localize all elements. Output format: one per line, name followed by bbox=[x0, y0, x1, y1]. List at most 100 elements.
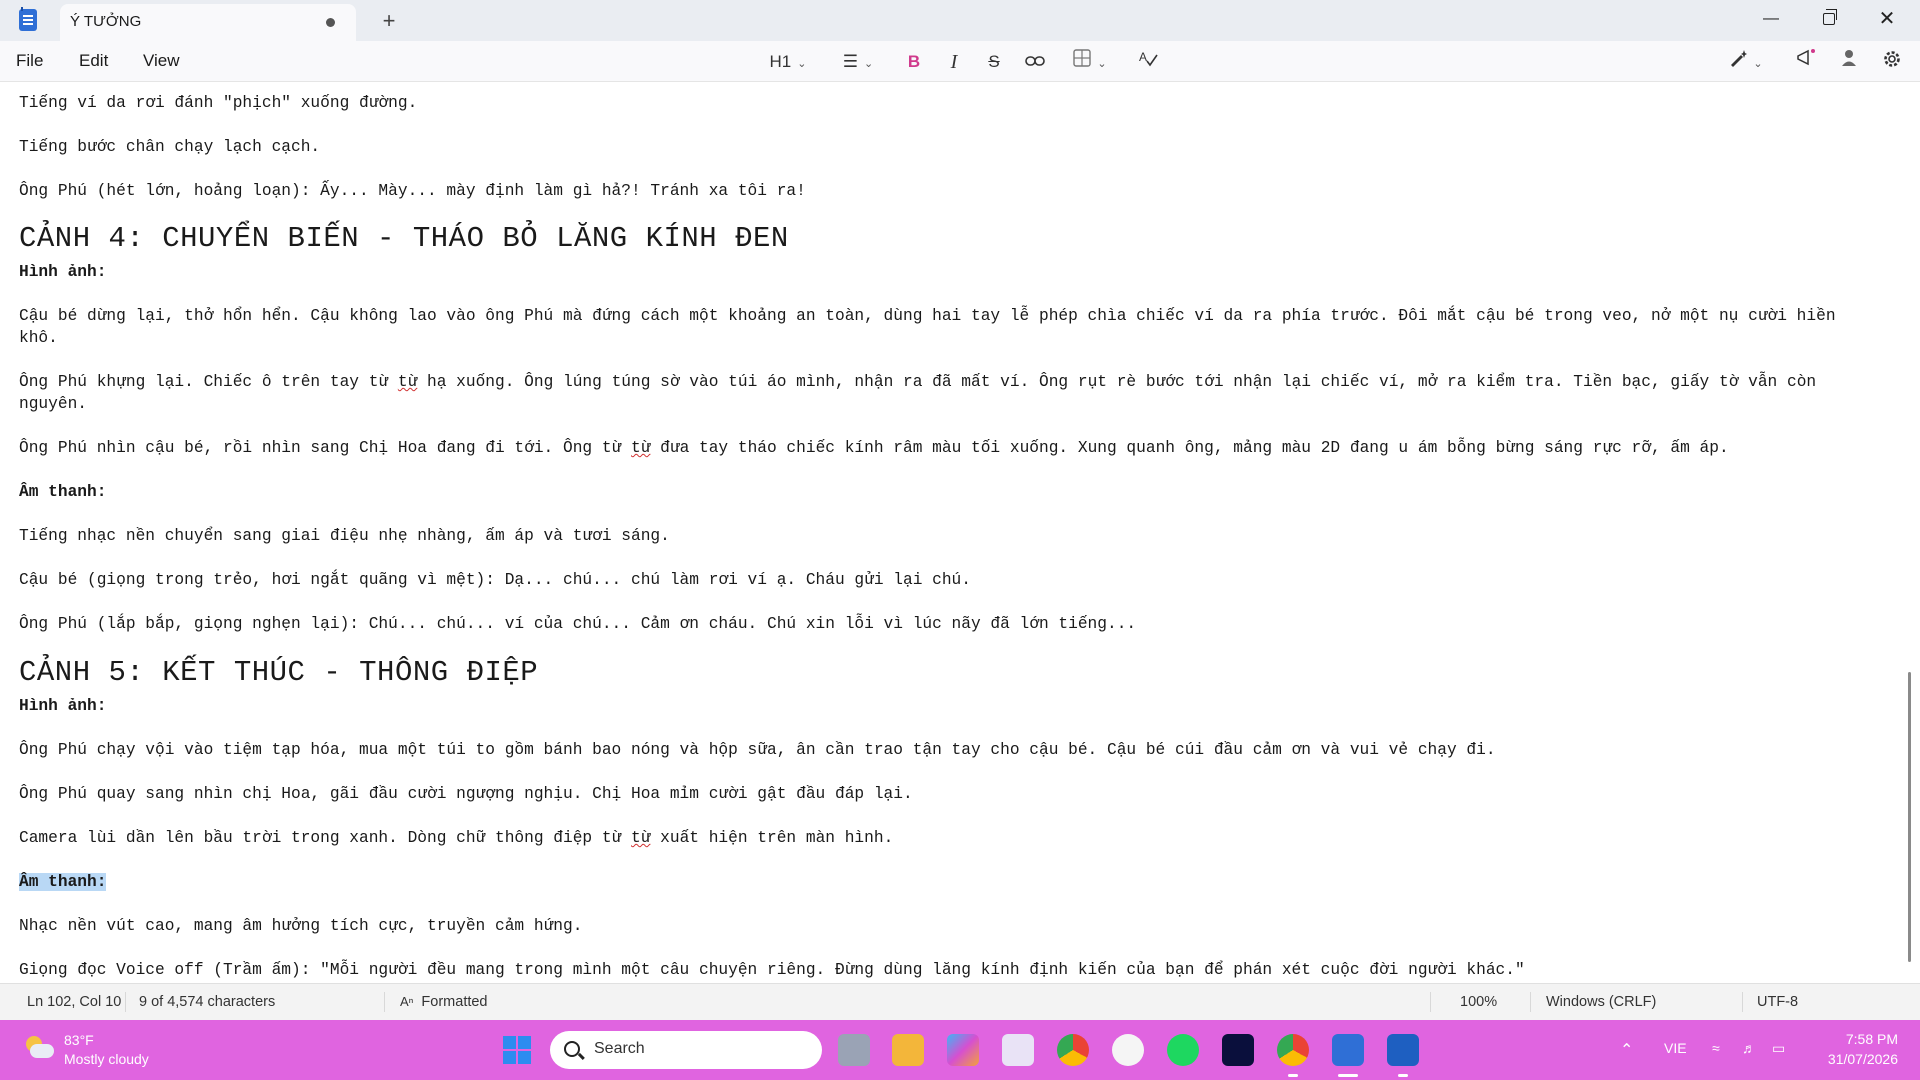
label-sound-selected: Âm thanh: bbox=[19, 871, 107, 893]
new-tab-button[interactable]: + bbox=[374, 6, 404, 36]
divider bbox=[125, 992, 126, 1012]
svg-text:A: A bbox=[1139, 50, 1147, 64]
link-button[interactable] bbox=[1020, 49, 1050, 75]
link-icon bbox=[1025, 56, 1045, 66]
divider bbox=[1430, 992, 1431, 1012]
spelling-error-word[interactable]: từ bbox=[398, 373, 417, 391]
tab-title: Ý TƯỞNG bbox=[70, 13, 142, 30]
table-icon bbox=[1073, 49, 1092, 67]
spotify-icon[interactable] bbox=[1167, 1034, 1199, 1066]
list-icon: ☰ bbox=[842, 52, 859, 71]
format-toggle[interactable]: Aⁿ Formatted bbox=[400, 994, 488, 1010]
list-dropdown[interactable]: ☰ ⌄ bbox=[834, 49, 882, 75]
running-indicator bbox=[1398, 1074, 1408, 1077]
task-view-icon[interactable] bbox=[838, 1034, 870, 1066]
text-line: Ông Phú quay sang nhìn chị Hoa, gãi đầu … bbox=[19, 785, 913, 803]
label-images: Hình ảnh: bbox=[19, 697, 107, 715]
heading-dropdown[interactable]: H1 ⌄ bbox=[764, 49, 812, 75]
table-dropdown[interactable]: ⌄ bbox=[1066, 49, 1114, 75]
chevron-up-icon[interactable]: ⌃ bbox=[1620, 1040, 1633, 1060]
text-line: Cậu bé (giọng trong trẻo, hơi ngắt quãng… bbox=[19, 571, 971, 589]
tab-document[interactable]: Ý TƯỞNG bbox=[60, 4, 356, 41]
pen-sparkle-icon bbox=[1731, 50, 1748, 67]
menu-bar: File Edit View H1 ⌄ ☰ ⌄ B I S ⌄ A ⌄ bbox=[0, 41, 1920, 82]
snipping-tool-icon[interactable] bbox=[1002, 1034, 1034, 1066]
status-bar: Ln 102, Col 10 9 of 4,574 characters Aⁿ F… bbox=[0, 983, 1920, 1020]
clock-date[interactable]: 31/07/2026 bbox=[1818, 1051, 1898, 1067]
copilot-icon[interactable] bbox=[947, 1034, 979, 1066]
text-line: Ông Phú nhìn cậu bé, rồi nhìn sang Chị H… bbox=[19, 437, 1729, 459]
close-button[interactable]: ✕ bbox=[1858, 0, 1916, 41]
document-editor[interactable]: Tiếng ví da rơi đánh "phịch" xuống đường… bbox=[0, 83, 1906, 981]
restore-button[interactable] bbox=[1800, 0, 1858, 41]
character-count: 9 of 4,574 characters bbox=[139, 994, 276, 1010]
battery-icon[interactable]: ▭ bbox=[1772, 1040, 1785, 1057]
heading-scene-4: CẢNH 4: CHUYỂN BIẾN - THÁO BỎ LĂNG KÍNH … bbox=[19, 222, 789, 255]
italic-button[interactable]: I bbox=[940, 49, 968, 75]
zoom-level[interactable]: 100% bbox=[1460, 994, 1497, 1010]
divider bbox=[1742, 992, 1743, 1012]
label-images: Hình ảnh: bbox=[19, 263, 107, 281]
text-span: xuất hiện trên màn hình. bbox=[650, 829, 894, 847]
menu-view[interactable]: View bbox=[143, 51, 180, 71]
weather-widget-icon[interactable] bbox=[22, 1036, 54, 1062]
text-line: Ông Phú chạy vội vào tiệm tạp hóa, mua m… bbox=[19, 741, 1496, 759]
vertical-scrollbar[interactable] bbox=[1908, 672, 1911, 962]
volume-icon[interactable]: ♬ bbox=[1742, 1040, 1756, 1056]
taskbar-search-box[interactable]: Search bbox=[550, 1031, 822, 1069]
chevron-down-icon: ⌄ bbox=[1753, 58, 1763, 70]
bold-button[interactable]: B bbox=[900, 49, 928, 75]
notifications-button[interactable] bbox=[1792, 49, 1820, 75]
input-language[interactable]: VIE bbox=[1664, 1040, 1687, 1056]
chevron-down-icon: ⌄ bbox=[797, 58, 807, 70]
text-span: hạ xuống. Ông lúng túng sờ vào túi áo mì… bbox=[417, 373, 1817, 391]
account-button[interactable] bbox=[1836, 49, 1862, 75]
copilot-dropdown[interactable]: ⌄ bbox=[1722, 49, 1770, 75]
text-line: Cậu bé dừng lại, thở hổn hển. Cậu không … bbox=[19, 307, 1836, 325]
cursor-position: Ln 102, Col 10 bbox=[27, 994, 122, 1010]
chrome-icon[interactable] bbox=[1057, 1034, 1089, 1066]
spelling-error-word[interactable]: từ bbox=[631, 439, 650, 457]
chrome-profile-icon[interactable] bbox=[1277, 1034, 1309, 1066]
text-line: Camera lùi dần lên bầu trời trong xanh. … bbox=[19, 827, 893, 849]
spellcheck-button[interactable]: A bbox=[1134, 49, 1162, 75]
minimize-button[interactable]: — bbox=[1742, 0, 1800, 41]
settings-button[interactable] bbox=[1878, 49, 1906, 75]
person-icon bbox=[1842, 50, 1856, 66]
text-line: Tiếng ví da rơi đánh "phịch" xuống đường… bbox=[19, 94, 418, 112]
weather-condition[interactable]: Mostly cloudy bbox=[64, 1051, 149, 1067]
text-span: đưa tay tháo chiếc kính râm màu tối xuốn… bbox=[650, 439, 1729, 457]
chevron-down-icon: ⌄ bbox=[1097, 58, 1107, 70]
text-span: Ông Phú nhìn cậu bé, rồi nhìn sang Chị H… bbox=[19, 439, 631, 457]
text-line: Ông Phú khựng lại. Chiếc ô trên tay từ t… bbox=[19, 371, 1816, 393]
weather-temperature[interactable]: 83°F bbox=[64, 1032, 94, 1048]
text-line: Ông Phú (lắp bắp, giọng nghẹn lại): Chú.… bbox=[19, 615, 1137, 633]
strikethrough-button[interactable]: S bbox=[980, 49, 1008, 75]
gear-icon bbox=[1884, 51, 1900, 67]
notepad-taskbar-icon[interactable] bbox=[1332, 1034, 1364, 1066]
start-button[interactable] bbox=[503, 1036, 531, 1064]
text-selection[interactable]: Âm thanh: bbox=[19, 873, 107, 891]
spellcheck-icon: A bbox=[1139, 50, 1158, 67]
heading-label: H1 bbox=[769, 52, 792, 71]
heading-scene-5: CẢNH 5: KẾT THÚC - THÔNG ĐIỆP bbox=[19, 656, 539, 689]
menu-file[interactable]: File bbox=[16, 51, 43, 71]
yandex-browser-icon[interactable] bbox=[1112, 1034, 1144, 1066]
search-label: Search bbox=[594, 1040, 645, 1057]
spelling-error-word[interactable]: từ bbox=[631, 829, 650, 847]
menu-edit[interactable]: Edit bbox=[79, 51, 108, 71]
unsaved-dot-icon[interactable] bbox=[326, 18, 335, 27]
clock-time[interactable]: 7:58 PM bbox=[1840, 1031, 1898, 1047]
divider bbox=[384, 992, 385, 1012]
search-icon bbox=[564, 1041, 580, 1057]
active-app-indicator bbox=[1338, 1074, 1358, 1077]
text-line: Tiếng bước chân chạy lạch cạch. bbox=[19, 138, 321, 156]
wifi-icon[interactable]: ≈ bbox=[1712, 1040, 1720, 1056]
format-label: Formatted bbox=[421, 994, 488, 1010]
running-indicator bbox=[1288, 1074, 1298, 1077]
chevron-down-icon: ⌄ bbox=[864, 58, 874, 70]
formatting-icon: Aⁿ bbox=[400, 994, 414, 1009]
word-icon[interactable] bbox=[1387, 1034, 1419, 1066]
file-explorer-icon[interactable] bbox=[892, 1034, 924, 1066]
adobe-animate-icon[interactable] bbox=[1222, 1034, 1254, 1066]
